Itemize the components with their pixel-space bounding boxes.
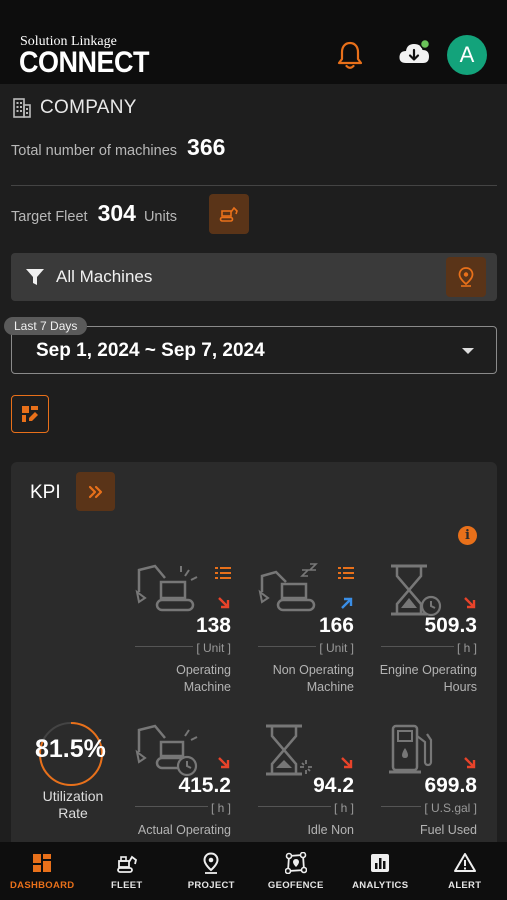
utilization-rate-value: 81.5% <box>35 735 106 763</box>
trend-down-arrow-icon <box>341 757 353 769</box>
kpi-fuel-used[interactable]: 699.8 [ U.S.gal ] Fuel Used <box>363 722 481 840</box>
idle-label: Idle Non <box>307 823 354 837</box>
target-fleet-label: Target Fleet <box>11 209 88 225</box>
total-machines-value: 366 <box>187 134 226 160</box>
fuel-pump-icon <box>389 724 433 774</box>
kpi-engine-operating-hours[interactable]: 509.3 [ h ] Engine Operating Hours <box>363 562 481 702</box>
nav-dashboard-label: DASHBOARD <box>10 880 75 891</box>
dashboard-icon <box>33 854 52 872</box>
engine-operating-hours-value: 509.3 <box>424 614 477 637</box>
hourglass-idle-icon <box>266 724 312 776</box>
filter-label: All Machines <box>56 267 153 286</box>
map-pin-button[interactable] <box>446 257 486 297</box>
nav-analytics[interactable]: ANALYTICS <box>338 842 423 900</box>
fuel-used-unit: [ U.S.gal ] <box>421 801 477 815</box>
target-fleet-button[interactable] <box>209 194 249 234</box>
dashboard-layout-button[interactable] <box>11 395 49 433</box>
top-app-bar: Solution Linkage CONNECT A <box>0 0 507 84</box>
idle-unit: [ h ] <box>330 801 354 815</box>
excavator-icon <box>135 564 198 612</box>
kpi-title: KPI <box>30 482 61 503</box>
avatar[interactable]: A <box>447 35 487 75</box>
kpi-non-operating-machine[interactable]: 166 [ Unit ] Non Operating Machine <box>240 562 358 702</box>
hourglass-clock-icon <box>391 564 442 617</box>
target-fleet-unit: Units <box>143 209 177 225</box>
building-icon <box>13 98 31 118</box>
fleet-icon <box>116 855 137 873</box>
operating-machine-unit: [ Unit ] <box>193 641 231 655</box>
divider <box>11 185 497 186</box>
nav-alert[interactable]: ALERT <box>423 842 507 900</box>
trend-down-arrow-icon <box>218 757 230 769</box>
operating-machine-label: Operating Machine <box>176 663 231 694</box>
non-operating-machine-value: 166 <box>318 614 354 637</box>
double-chevron-right-icon <box>88 485 102 498</box>
engine-operating-hours-label: Engine Operating Hours <box>379 663 477 694</box>
fuel-used-value: 699.8 <box>424 774 477 797</box>
sleeping-excavator-icon <box>258 563 318 612</box>
nav-alert-label: ALERT <box>448 880 482 891</box>
brand-logo: CONNECT <box>19 46 150 79</box>
excavator-edit-icon <box>219 206 238 222</box>
non-operating-machine-unit: [ Unit ] <box>316 641 354 655</box>
filter-icon <box>26 269 44 285</box>
kpi-actual-operating[interactable]: 415.2 [ h ] Actual Operating <box>117 722 235 840</box>
kpi-expand-button[interactable] <box>76 472 115 511</box>
nav-analytics-label: ANALYTICS <box>352 880 409 891</box>
trend-down-arrow-icon <box>464 757 476 769</box>
trend-up-arrow-icon <box>341 597 353 609</box>
kpi-operating-machine[interactable]: 138 [ Unit ] Operating Machine <box>117 562 235 702</box>
date-range-select[interactable]: Sep 1, 2024 ~ Sep 7, 2024 <box>11 326 497 374</box>
nav-dashboard[interactable]: DASHBOARD <box>0 842 85 900</box>
actual-operating-value: 415.2 <box>178 774 231 797</box>
layout-edit-icon <box>22 406 38 422</box>
target-fleet-value: 304 <box>97 200 136 226</box>
engine-operating-hours-unit: [ h ] <box>453 641 477 655</box>
alert-icon <box>453 853 476 872</box>
project-pin-icon <box>203 852 219 874</box>
info-icon[interactable]: i <box>458 526 477 545</box>
total-machines: Total number of machines 366 <box>11 134 225 161</box>
geofence-icon <box>284 852 307 874</box>
actual-operating-label: Actual Operating <box>137 823 231 837</box>
kpi-idle[interactable]: 94.2 [ h ] Idle Non <box>240 722 358 840</box>
target-fleet: Target Fleet 304 Units <box>11 200 177 227</box>
operating-machine-value: 138 <box>195 614 231 637</box>
nav-fleet[interactable]: FLEET <box>85 842 170 900</box>
map-pin-icon <box>458 267 474 287</box>
excavator-clock-icon <box>135 724 198 777</box>
nav-geofence[interactable]: GEOFENCE <box>254 842 339 900</box>
idle-value: 94.2 <box>313 774 354 797</box>
machine-filter[interactable]: All Machines <box>11 253 497 301</box>
trend-down-arrow-icon <box>464 597 476 609</box>
list-icon[interactable] <box>215 566 231 580</box>
company-label: COMPANY <box>40 97 137 118</box>
nav-project[interactable]: PROJECT <box>169 842 254 900</box>
company-header: COMPANY <box>12 96 137 120</box>
date-range-value: Sep 1, 2024 ~ Sep 7, 2024 <box>36 340 265 361</box>
utilization-rate-label: Utilization Rate <box>42 788 104 821</box>
date-preset-chip: Last 7 Days <box>4 317 88 335</box>
cloud-download-icon[interactable] <box>398 38 432 68</box>
nav-geofence-label: GEOFENCE <box>267 880 324 891</box>
nav-fleet-label: FLEET <box>110 880 143 891</box>
total-machines-label: Total number of machines <box>11 143 178 159</box>
list-icon[interactable] <box>338 566 354 580</box>
bell-icon[interactable] <box>336 40 364 70</box>
bottom-navigation: DASHBOARD FLEET PROJECT GEOFENCE ANALYTI… <box>0 842 507 900</box>
analytics-icon <box>371 854 390 872</box>
non-operating-machine-label: Non Operating Machine <box>272 663 354 694</box>
nav-project-label: PROJECT <box>187 880 235 891</box>
trend-down-arrow-icon <box>218 597 230 609</box>
actual-operating-unit: [ h ] <box>207 801 231 815</box>
fuel-used-label: Fuel Used <box>420 823 477 837</box>
chevron-down-icon <box>462 348 474 354</box>
